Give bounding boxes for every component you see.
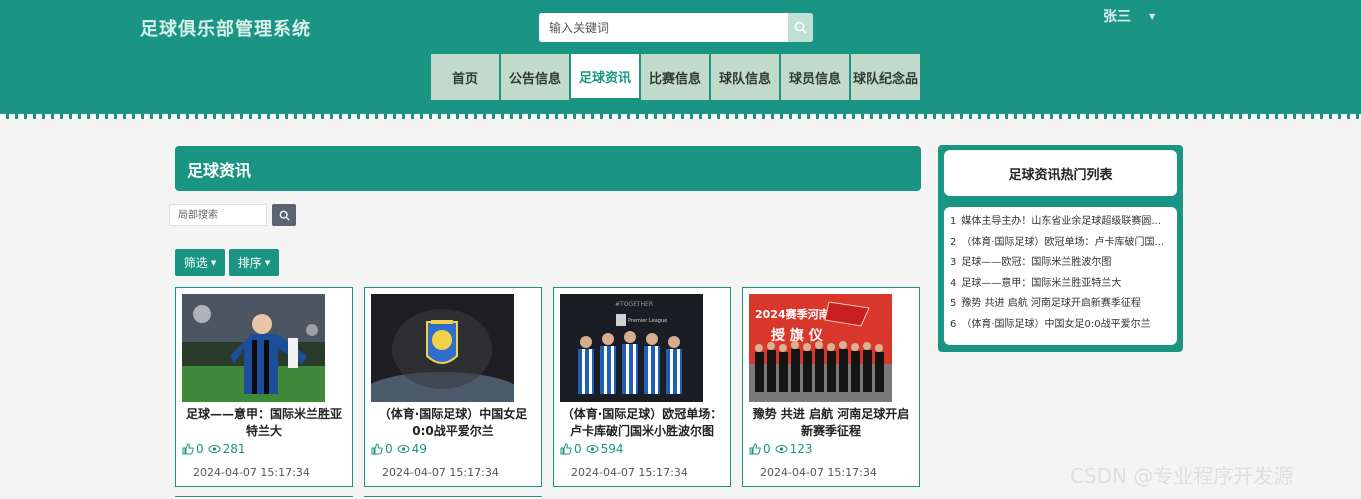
news-stats: 0 49	[371, 442, 431, 456]
hot-item-index: 1	[950, 216, 957, 227]
svg-text:Premier League: Premier League	[628, 318, 667, 324]
view-count: 594	[600, 442, 624, 456]
thumbs-up-icon[interactable]	[182, 443, 194, 455]
eye-icon	[775, 445, 788, 453]
eye-icon	[208, 445, 221, 453]
news-date: 2024-04-07 15:17:34	[571, 466, 688, 479]
news-thumbnail[interactable]	[371, 294, 514, 402]
filter-button[interactable]: 筛选 ▼	[175, 249, 225, 276]
news-title[interactable]: （体育·国际足球）中国女足0:0战平爱尔兰	[371, 406, 535, 440]
search-icon	[794, 21, 807, 34]
hot-item-text: 足球——欧冠：国际米兰胜波尔图	[961, 257, 1112, 269]
caret-down-icon: ▼	[210, 258, 217, 267]
svg-text:授 旗 仪: 授 旗 仪	[771, 327, 824, 344]
news-card[interactable]: 2024赛季河南...乐部 授 旗 仪 豫势 共进 启航 河南足球开启新赛季征程…	[742, 287, 920, 487]
news-stats: 0 123	[749, 442, 817, 456]
news-thumbnail[interactable]: 2024赛季河南...乐部 授 旗 仪	[749, 294, 892, 402]
thumbs-up-icon[interactable]	[371, 443, 383, 455]
hot-list-item[interactable]: 5 豫势 共进 启航 河南足球开启新赛季征程	[950, 294, 1171, 315]
nav-matches[interactable]: 比赛信息	[641, 54, 711, 100]
view-count: 49	[411, 442, 427, 456]
thumbs-up-icon[interactable]	[560, 443, 572, 455]
view-count: 123	[789, 442, 813, 456]
filter-label: 筛选	[183, 256, 208, 270]
search-box	[539, 13, 813, 42]
hot-list-title: 足球资讯热门列表	[944, 150, 1177, 196]
like-count: 0	[385, 442, 393, 456]
caret-down-icon: ▼	[1149, 11, 1156, 21]
search-icon	[279, 210, 290, 221]
hot-list-item[interactable]: 4 足球——意甲：国际米兰胜亚特兰大	[950, 274, 1171, 295]
sort-button[interactable]: 排序 ▼	[229, 249, 279, 276]
news-title[interactable]: 足球——意甲：国际米兰胜亚特兰大	[182, 406, 346, 440]
news-date: 2024-04-07 15:17:34	[382, 466, 499, 479]
local-search-input[interactable]	[169, 204, 267, 226]
sort-label: 排序	[237, 256, 262, 270]
thumbs-up-icon[interactable]	[749, 443, 761, 455]
news-title[interactable]: 豫势 共进 启航 河南足球开启新赛季征程	[749, 406, 913, 440]
like-count: 0	[763, 442, 771, 456]
hot-item-text: 足球——意甲：国际米兰胜亚特兰大	[961, 277, 1122, 289]
hot-item-index: 2	[950, 236, 957, 248]
hot-list-item[interactable]: 3 足球——欧冠：国际米兰胜波尔图	[950, 253, 1171, 274]
eye-icon	[586, 445, 599, 453]
hot-list-panel: 足球资讯热门列表 1 媒体主导主办！山东省业余足球超级联赛圆... 2 （体育·国际…	[938, 145, 1183, 352]
news-thumbnail[interactable]	[182, 294, 325, 402]
local-search-button[interactable]	[272, 204, 296, 226]
nav-announcements[interactable]: 公告信息	[501, 54, 571, 100]
hot-item-index: 5	[950, 298, 957, 310]
header: 足球俱乐部管理系统 张三 ▼ 首页 公告信息 足球资讯 比赛信息 球队信息 球员…	[0, 0, 1361, 116]
nav-football-news[interactable]: 足球资讯	[571, 54, 641, 100]
user-menu[interactable]: 张三 ▼	[1103, 6, 1155, 26]
search-button[interactable]	[788, 13, 813, 42]
hot-list-item[interactable]: 2 （体育·国际足球）欧冠单场：卢卡库破门国...	[950, 233, 1171, 254]
hot-list-item[interactable]: 1 媒体主导主办！山东省业余足球超级联赛圆...	[950, 212, 1171, 233]
like-count: 0	[196, 442, 204, 456]
nav-souvenirs[interactable]: 球队纪念品	[851, 54, 920, 100]
news-card[interactable]: 足球——意甲：国际米兰胜亚特兰大 0 281 2024-04-07 15:17:…	[175, 287, 353, 487]
hot-item-text: （体育·国际足球）中国女足0:0战平爱尔兰	[961, 318, 1151, 330]
eye-icon	[397, 445, 410, 453]
nav-home[interactable]: 首页	[431, 54, 501, 100]
watermark: CSDN @专业程序开发源	[1070, 464, 1294, 488]
hot-item-text: （体育·国际足球）欧冠单场：卢卡库破门国...	[961, 236, 1165, 248]
news-card[interactable]: #TOGETHER Premier League （体育·国际足球）欧冠单场：卢…	[553, 287, 731, 487]
site-title: 足球俱乐部管理系统	[140, 19, 311, 40]
news-thumbnail[interactable]: #TOGETHER Premier League	[560, 294, 703, 402]
nav-teams[interactable]: 球队信息	[711, 54, 781, 100]
caret-down-icon: ▼	[264, 258, 271, 267]
search-input[interactable]	[539, 13, 788, 42]
hot-item-text: 豫势 共进 启航 河南足球开启新赛季征程	[961, 298, 1141, 310]
hot-item-text: 媒体主导主办！山东省业余足球超级联赛圆...	[961, 216, 1161, 227]
hot-item-index: 3	[950, 257, 957, 269]
news-card[interactable]: （体育·国际足球）中国女足0:0战平爱尔兰 0 49 2024-04-07 15…	[364, 287, 542, 487]
news-title[interactable]: （体育·国际足球）欧冠单场：卢卡库破门国米小胜波尔图	[560, 406, 724, 440]
user-name: 张三	[1103, 9, 1131, 25]
view-count: 281	[222, 442, 246, 456]
main-nav: 首页 公告信息 足球资讯 比赛信息 球队信息 球员信息 球队纪念品	[431, 54, 920, 100]
news-stats: 0 594	[560, 442, 628, 456]
news-date: 2024-04-07 15:17:34	[193, 466, 310, 479]
section-title: 足球资讯	[175, 146, 921, 191]
hot-list-item[interactable]: 6 （体育·国际足球）中国女足0:0战平爱尔兰	[950, 315, 1171, 336]
news-date: 2024-04-07 15:17:34	[760, 466, 877, 479]
news-stats: 0 281	[182, 442, 250, 456]
nav-players[interactable]: 球员信息	[781, 54, 851, 100]
like-count: 0	[574, 442, 582, 456]
hot-list: 1 媒体主导主办！山东省业余足球超级联赛圆... 2 （体育·国际足球）欧冠单场：卢…	[944, 207, 1177, 345]
svg-text:#TOGETHER: #TOGETHER	[615, 301, 653, 308]
hot-item-index: 4	[950, 277, 957, 289]
hot-item-index: 6	[950, 318, 957, 330]
header-divider	[0, 114, 1361, 119]
